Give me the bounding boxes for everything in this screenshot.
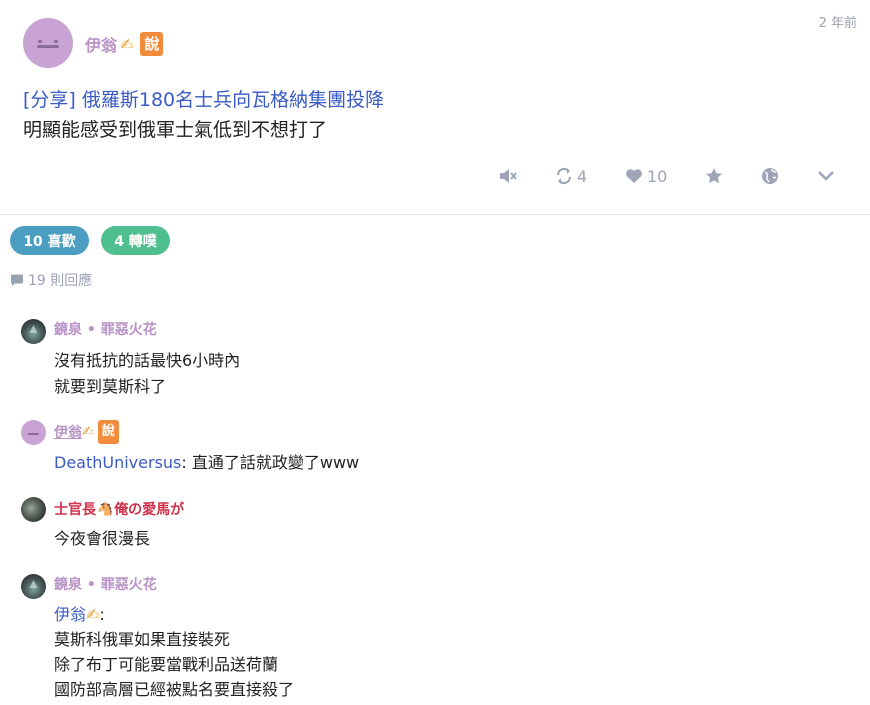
- like-count: 10: [647, 166, 668, 186]
- more-menu-button[interactable]: [817, 162, 835, 190]
- reblogs-pill[interactable]: 4 轉噗: [101, 226, 170, 255]
- mute-button[interactable]: [498, 162, 518, 190]
- horse-icon: 🐴: [97, 501, 114, 517]
- commenter-verb-badge: 說: [97, 420, 119, 444]
- commenter-avatar[interactable]: [21, 574, 46, 599]
- reply-count-label: 19 則回應: [28, 273, 93, 289]
- post-actions: 4 10: [0, 162, 870, 190]
- post-timestamp[interactable]: 2 年前: [819, 12, 857, 31]
- commenter-name[interactable]: 鏡泉 • 罪惡火花: [54, 574, 157, 594]
- comment-text-line: 莫斯科俄軍如果直接裝死: [54, 630, 231, 649]
- reblog-button[interactable]: 4: [555, 162, 587, 190]
- globe-icon: [762, 168, 778, 184]
- mute-icon: [500, 169, 517, 183]
- comment-mention-line: 伊翁✍:: [54, 601, 105, 625]
- reblog-icon: [556, 167, 572, 185]
- plurk-post: 伊翁 ✍ 說 2 年前 [分享] 俄羅斯180名士兵向瓦格納集團投降 明顯能感受…: [0, 0, 870, 215]
- comment-icon: [11, 274, 23, 286]
- heart-icon: [626, 169, 642, 183]
- author-avatar[interactable]: [23, 18, 73, 68]
- commenter-name-part[interactable]: 俺の愛馬が: [114, 499, 184, 519]
- comment-text-line: 就要到莫斯科了: [54, 377, 167, 396]
- author-name-row[interactable]: 伊翁 ✍ 說: [85, 32, 164, 56]
- post-title-link[interactable]: [分享] 俄羅斯180名士兵向瓦格納集團投降: [23, 85, 384, 112]
- comment-text-line: 除了布丁可能要當戰利品送荷蘭: [54, 655, 279, 674]
- writing-hand-icon: ✍: [86, 605, 100, 624]
- writing-hand-icon: ✍: [82, 424, 94, 440]
- author-name[interactable]: 伊翁: [85, 32, 117, 56]
- commenter-avatar[interactable]: [21, 420, 46, 445]
- favorite-button[interactable]: [705, 162, 723, 190]
- chevron-down-icon: [818, 171, 834, 181]
- post-body: 明顯能感受到俄軍士氣低到不想打了: [23, 119, 328, 141]
- share-button[interactable]: [761, 162, 779, 190]
- comment-text-line: 國防部高層已經被點名要直接殺了: [54, 680, 295, 699]
- commenter-name[interactable]: 鏡泉 • 罪惡火花: [54, 319, 157, 339]
- mention-link[interactable]: DeathUniversus: [54, 453, 181, 472]
- comment-text-line: DeathUniversus: 直通了話就政變了www: [54, 449, 359, 473]
- mention-link[interactable]: 伊翁: [54, 605, 86, 624]
- comment-text-line: 今夜會很漫長: [54, 529, 151, 548]
- commenter-name-row[interactable]: 士官長 🐴 俺の愛馬が: [54, 499, 184, 519]
- commenter-name-part[interactable]: 士官長: [54, 499, 96, 519]
- star-icon: [706, 168, 722, 184]
- comment-text: : 直通了話就政變了www: [181, 453, 360, 472]
- like-button[interactable]: 10: [625, 162, 667, 190]
- likes-pill[interactable]: 10 喜歡: [10, 226, 89, 255]
- writing-hand-icon: ✍: [120, 34, 134, 54]
- commenter-name-row[interactable]: 伊翁 ✍ 說: [54, 420, 119, 444]
- commenter-avatar[interactable]: [21, 497, 46, 522]
- author-verb-badge: 說: [140, 32, 164, 56]
- reply-count: 19 則回應: [10, 270, 92, 290]
- commenter-avatar[interactable]: [21, 319, 46, 344]
- commenter-name[interactable]: 伊翁: [54, 422, 82, 442]
- comment-text-line: 沒有抵抗的話最快6小時內: [54, 351, 241, 370]
- reblog-count: 4: [577, 166, 588, 186]
- mention-suffix: :: [99, 605, 105, 624]
